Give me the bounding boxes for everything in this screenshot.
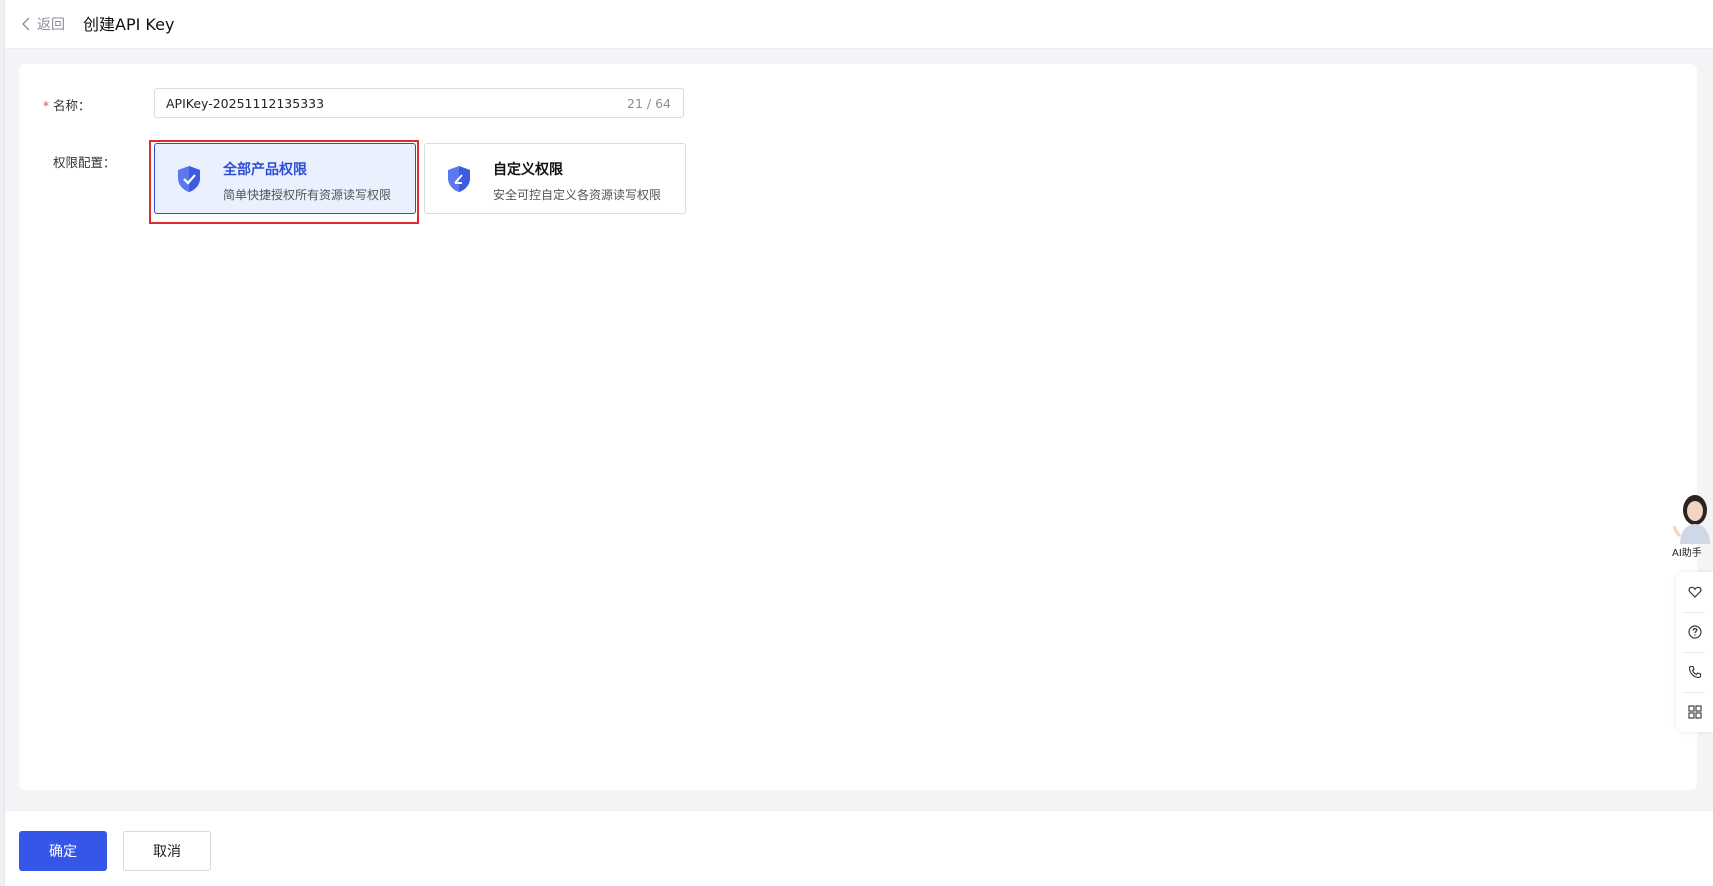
phone-icon [1688,665,1701,679]
left-edge [0,0,5,885]
name-label: * 名称： [43,95,91,114]
option-custom-permission[interactable]: 自定义权限 安全可控自定义各资源读写权限 [424,143,686,214]
shield-check-icon [178,166,200,192]
cancel-button[interactable]: 取消 [123,831,211,871]
shield-edit-icon [448,166,470,192]
char-counter: 21 / 64 [627,96,671,111]
help-button[interactable] [1676,612,1713,652]
ai-assistant-button[interactable]: AI助手 [1670,490,1713,559]
option-desc: 简单快捷授权所有资源读写权限 [223,188,392,202]
permission-label: 权限配置： [53,155,116,170]
name-input[interactable]: APIKey-20251112135333 21 / 64 [154,88,684,118]
option-desc: 安全可控自定义各资源读写权限 [493,188,662,202]
apps-button[interactable] [1676,692,1713,732]
page-title: 创建API Key [83,15,175,34]
required-mark: * [43,99,49,113]
name-label-text: 名称： [53,98,91,113]
option-title: 全部产品权限 [223,162,307,178]
heart-icon [1688,586,1701,598]
assistant-label: AI助手 [1672,548,1702,559]
page-header: 返回 创建API Key [5,0,1713,49]
back-button[interactable]: 返回 [21,12,65,36]
confirm-button[interactable]: 确定 [19,831,107,871]
chevron-left-icon [22,17,30,31]
side-toolbar [1676,572,1713,732]
favorite-button[interactable] [1676,572,1713,612]
footer-bar: 确定 取消 [5,810,1713,886]
form-card: * 名称： APIKey-20251112135333 21 / 64 权限配置：… [19,64,1697,790]
option-title: 自定义权限 [493,162,563,178]
apps-grid-icon [1687,705,1702,719]
back-label: 返回 [37,17,65,33]
assistant-avatar-icon [1672,495,1710,544]
option-all-product-permission[interactable]: 全部产品权限 简单快捷授权所有资源读写权限 [154,143,416,214]
name-input-value: APIKey-20251112135333 [166,96,325,111]
question-icon [1687,625,1702,639]
contact-button[interactable] [1676,652,1713,692]
